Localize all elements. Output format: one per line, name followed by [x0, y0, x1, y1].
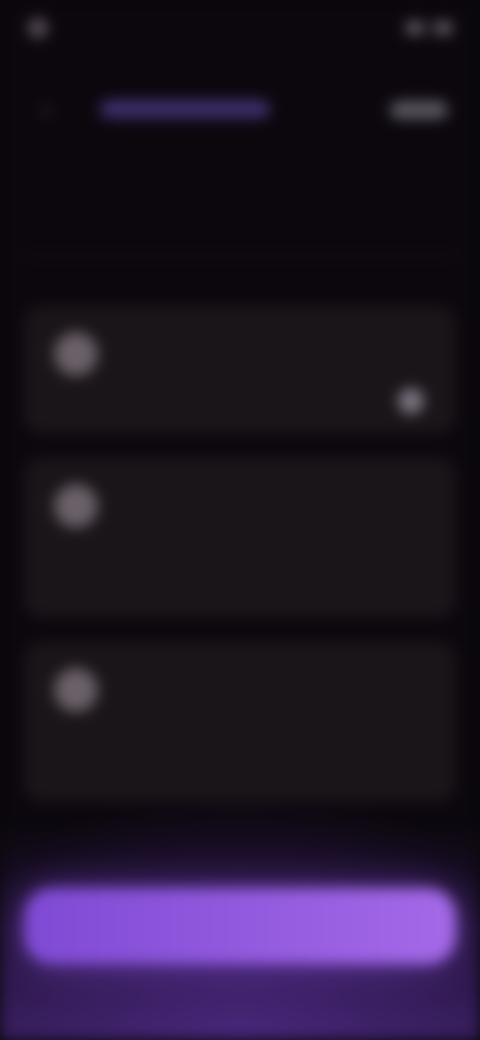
avatar	[54, 668, 98, 712]
card-header	[54, 668, 432, 712]
status-indicators	[406, 22, 452, 34]
signal-icon	[406, 22, 424, 34]
status-left	[28, 18, 58, 38]
title-divider	[22, 255, 458, 256]
card-header	[54, 332, 432, 376]
avatar	[54, 484, 98, 528]
card-header-left	[54, 484, 112, 528]
top-app-bar: ‹	[0, 88, 480, 132]
avatar	[54, 332, 98, 376]
settings-card[interactable]	[24, 642, 456, 802]
toggle-icon[interactable]	[398, 388, 424, 414]
card-header	[54, 484, 432, 528]
status-camera-dot	[28, 18, 48, 38]
status-bar	[0, 14, 480, 42]
header-pill	[100, 100, 270, 118]
settings-card[interactable]	[24, 306, 456, 434]
app-screen: ‹	[0, 0, 480, 1040]
continue-button[interactable]	[24, 888, 456, 964]
card-header-left	[54, 668, 112, 712]
header-action-button[interactable]	[390, 101, 448, 119]
card-header-left	[54, 332, 112, 376]
chevron-left-icon[interactable]: ‹	[32, 96, 60, 124]
battery-icon	[434, 22, 452, 34]
settings-card[interactable]	[24, 458, 456, 618]
